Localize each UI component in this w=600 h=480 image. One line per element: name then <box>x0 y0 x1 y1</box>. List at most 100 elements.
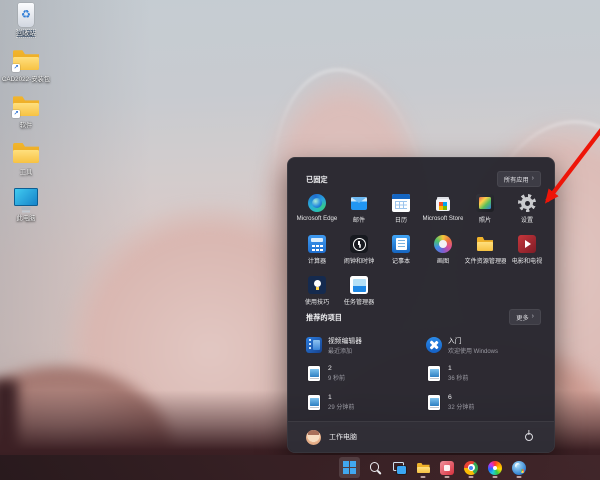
mail-icon <box>350 194 368 212</box>
pinned-app-photos[interactable]: 照片 <box>464 190 506 231</box>
pinned-app-label: 使用技巧 <box>305 297 329 306</box>
recommended-item-subtitle: 32 分钟前 <box>448 402 474 411</box>
recommended-item-image-file[interactable]: 1 36 秒前 <box>422 359 542 388</box>
pinned-app-notepad[interactable]: 记事本 <box>380 231 422 272</box>
recommended-item-title: 视频编辑器 <box>328 335 362 345</box>
edge-icon <box>308 194 326 212</box>
taskbar-button-search[interactable] <box>366 457 384 478</box>
pinned-app-mail[interactable]: 邮件 <box>338 190 380 231</box>
taskbar-button-redapp[interactable] <box>438 457 456 478</box>
pinned-app-label: 照片 <box>479 215 491 224</box>
recommended-item-video-editor[interactable]: 视频编辑器 最近添加 <box>302 330 422 359</box>
pinned-app-label: 计算器 <box>308 256 326 265</box>
clock-icon <box>350 235 368 253</box>
folder-shortcut-icon: ↗ <box>11 94 41 120</box>
explorer-icon <box>476 235 494 253</box>
desktop-icon-folder-shortcut[interactable]: ↗ 软件 <box>0 94 52 129</box>
recommended-item-title: 2 <box>328 365 345 372</box>
desktop-icon-folder-shortcut[interactable]: ↗ CAD2022-安装包 <box>0 48 52 83</box>
start-menu-footer: 工作电脑 <box>288 421 554 452</box>
recommended-item-title: 入门 <box>448 335 498 345</box>
shortcut-badge: ↗ <box>12 64 20 72</box>
pinned-app-calendar[interactable]: 日历 <box>380 190 422 231</box>
image-file-icon <box>308 366 320 381</box>
desktop-icon-recycle-bin[interactable]: 回收站 <box>0 2 52 37</box>
recommended-item-image-file[interactable]: 6 32 分钟前 <box>422 388 542 417</box>
user-name[interactable]: 工作电脑 <box>329 432 357 442</box>
taskbar-button-folder[interactable] <box>414 457 432 478</box>
taskmgr-icon <box>350 276 368 294</box>
all-apps-button[interactable]: 所有应用 › <box>497 171 541 187</box>
pinned-app-label: Microsoft Edge <box>297 215 338 222</box>
photos-icon <box>476 194 494 212</box>
this-pc-icon <box>11 187 41 213</box>
paint-icon <box>434 235 452 253</box>
search-icon <box>368 461 382 475</box>
pinned-app-label: 闹钟和时钟 <box>344 256 374 265</box>
pinned-app-label: 记事本 <box>392 256 410 265</box>
pinned-app-clock[interactable]: 闹钟和时钟 <box>338 231 380 272</box>
recommended-item-title: 1 <box>448 365 468 372</box>
pinned-app-explorer[interactable]: 文件资源管理器 <box>464 231 506 272</box>
taskbar-button-wheel[interactable] <box>486 457 504 478</box>
video-editor-icon <box>306 337 322 353</box>
settings-icon <box>518 194 536 212</box>
recommended-item-subtitle: 9 秒前 <box>328 373 345 382</box>
recommended-items-grid: 视频编辑器 最近添加 入门 欢迎使用 Windows 2 9 秒前 <box>302 330 542 417</box>
pinned-app-edge[interactable]: Microsoft Edge <box>296 190 338 231</box>
start-menu-panel: 已固定 所有应用 › Microsoft Edge 邮件 日历 Microsof… <box>287 157 555 453</box>
pinned-app-label: 画图 <box>437 256 449 265</box>
folder-icon <box>11 141 41 167</box>
desktop-icon-label: 工具 <box>20 169 33 176</box>
pinned-app-tips[interactable]: 使用技巧 <box>296 272 338 313</box>
taskbar-icons <box>339 455 528 480</box>
desktop-icon-folder[interactable]: 工具 <box>0 141 52 176</box>
pinned-app-label: 任务管理器 <box>344 297 374 306</box>
globe-icon <box>512 461 526 475</box>
image-file-icon <box>428 395 440 410</box>
pinned-apps-grid: Microsoft Edge 邮件 日历 Microsoft Store 照片 <box>296 190 548 313</box>
pinned-app-paint[interactable]: 画图 <box>422 231 464 272</box>
recommended-item-subtitle: 36 秒前 <box>448 373 468 382</box>
pinned-app-label: 日历 <box>395 215 407 224</box>
more-button[interactable]: 更多 › <box>509 309 541 325</box>
recommended-section-header: 推荐的项目 <box>306 313 342 323</box>
pinned-app-calculator[interactable]: 计算器 <box>296 231 338 272</box>
get-started-icon <box>426 337 442 353</box>
start-icon <box>343 461 357 475</box>
pinned-app-settings[interactable]: 设置 <box>506 190 548 231</box>
taskbar-button-start[interactable] <box>339 457 360 478</box>
folder-icon <box>416 461 430 475</box>
calculator-icon <box>308 235 326 253</box>
recommended-item-title: 6 <box>448 394 474 401</box>
desktop-icon-label: 回收站 <box>17 30 36 37</box>
recommended-item-subtitle: 欢迎使用 Windows <box>448 346 498 355</box>
recommended-item-title: 1 <box>328 394 354 401</box>
taskbar-button-taskview[interactable] <box>390 457 408 478</box>
chevron-right-icon: › <box>532 314 534 320</box>
pinned-app-label: 文件资源管理器 <box>465 256 506 265</box>
pinned-app-label: 电影和电视 <box>512 256 542 265</box>
taskbar-button-chrome[interactable] <box>462 457 480 478</box>
desktop-icon-this-pc[interactable]: 此电脑 <box>0 187 52 222</box>
movies-icon <box>518 235 536 253</box>
recommended-item-image-file[interactable]: 1 29 分钟前 <box>302 388 422 417</box>
recommended-item-get-started[interactable]: 入门 欢迎使用 Windows <box>422 330 542 359</box>
pinned-section-header: 已固定 <box>306 175 328 185</box>
redapp-icon <box>440 461 454 475</box>
pinned-app-store[interactable]: Microsoft Store <box>422 190 464 231</box>
calendar-icon <box>392 194 410 212</box>
desktop-icon-label: 此电脑 <box>17 215 36 222</box>
recommended-item-subtitle: 最近添加 <box>328 346 362 355</box>
taskbar-button-globe[interactable] <box>510 457 528 478</box>
pinned-app-taskmgr[interactable]: 任务管理器 <box>338 272 380 313</box>
recycle-bin-icon <box>11 2 41 28</box>
power-button[interactable] <box>522 430 536 444</box>
chevron-right-icon: › <box>532 176 534 182</box>
pinned-app-movies[interactable]: 电影和电视 <box>506 231 548 272</box>
pinned-app-label: Microsoft Store <box>423 215 464 222</box>
image-file-icon <box>308 395 320 410</box>
user-avatar[interactable] <box>306 430 321 445</box>
shortcut-badge: ↗ <box>12 110 20 118</box>
recommended-item-image-file[interactable]: 2 9 秒前 <box>302 359 422 388</box>
